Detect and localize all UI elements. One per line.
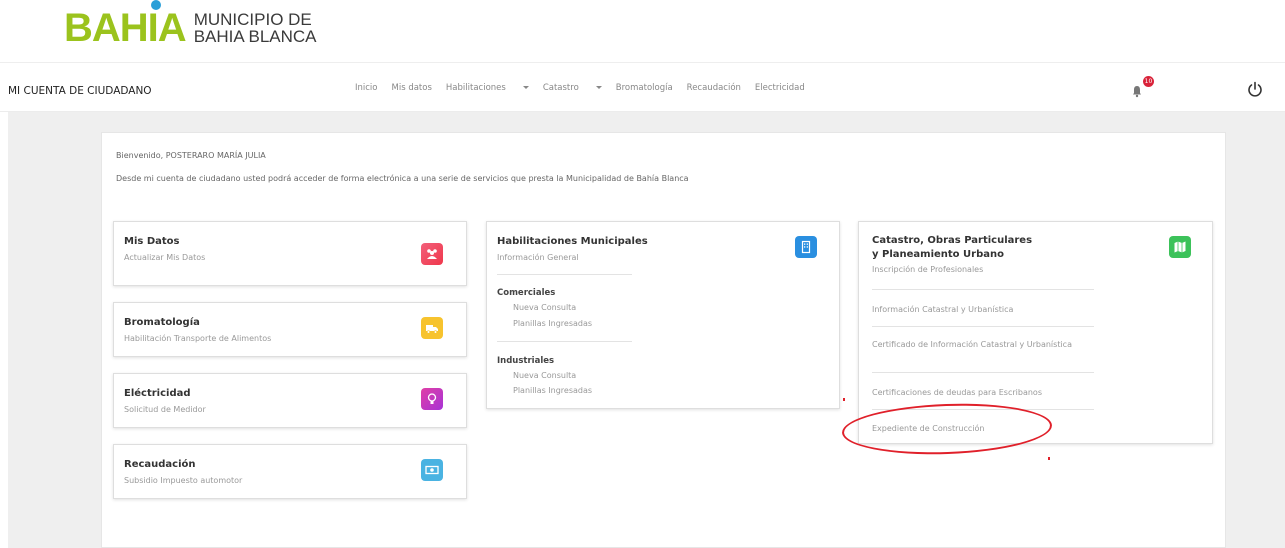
card-subtitle[interactable]: Subsidio Impuesto automotor: [124, 476, 242, 485]
red-annotation-mark: [843, 398, 845, 401]
divider: [872, 289, 1094, 290]
card-electricidad[interactable]: Eléctricidad Solicitud de Medidor: [113, 373, 467, 428]
logo-subtitle: MUNICIPIO DE BAHIA BLANCA: [193, 10, 317, 46]
header: BAH IA MUNICIPIO DE BAHIA BLANCA: [0, 0, 1285, 62]
red-annotation-mark: [1048, 457, 1050, 460]
money-icon: [425, 465, 439, 475]
divider: [872, 326, 1094, 327]
lightbulb-icon: [427, 393, 437, 404]
chevron-down-icon: [522, 86, 529, 89]
informacion-catastral-link[interactable]: Información Catastral y Urbanística: [872, 305, 1013, 314]
section-industriales: Industriales: [497, 356, 555, 366]
tile-catastro: [1169, 236, 1191, 258]
tile-mis-datos: [421, 243, 443, 265]
divider: [497, 341, 632, 342]
comerciales-planillas-ingresadas[interactable]: Planillas Ingresadas: [513, 319, 592, 328]
card-title: Bromatología: [124, 317, 200, 328]
bell-icon[interactable]: [1130, 84, 1144, 98]
divider: [872, 372, 1094, 373]
map-icon: [1174, 241, 1186, 253]
nav-bromatologia[interactable]: Bromatología: [616, 83, 673, 93]
tile-habilitaciones: [795, 236, 817, 258]
section-comerciales: Comerciales: [497, 288, 556, 298]
chevron-down-icon: [595, 86, 602, 89]
card-bromatologia[interactable]: Bromatología Habilitación Transporte de …: [113, 302, 467, 357]
divider: [497, 274, 632, 275]
inscripcion-profesionales-link[interactable]: Inscripción de Profesionales: [872, 265, 983, 274]
notification-badge: 10: [1143, 76, 1154, 87]
card-recaudacion[interactable]: Recaudación Subsidio Impuesto automotor: [113, 444, 467, 499]
navbar: MI CUENTA DE CIUDADANO Inicio Mis datos …: [0, 62, 1285, 112]
welcome-text: Bienvenido, POSTERARO MARÍA JULIA: [116, 151, 266, 160]
intro-text: Desde mi cuenta de ciudadano usted podrá…: [116, 174, 689, 183]
card-title: Eléctricidad: [124, 388, 191, 399]
nav-habilitaciones[interactable]: Habilitaciones: [446, 83, 529, 93]
building-icon: [801, 240, 811, 254]
nav-electricidad[interactable]: Electricidad: [755, 83, 805, 93]
industriales-planillas-ingresadas[interactable]: Planillas Ingresadas: [513, 386, 592, 395]
card-mis-datos[interactable]: Mis Datos Actualizar Mis Datos: [113, 221, 467, 286]
tile-recaudacion: [421, 459, 443, 481]
card-subtitle[interactable]: Habilitación Transporte de Alimentos: [124, 334, 271, 343]
card-title: Mis Datos: [124, 236, 180, 247]
card-title: Habilitaciones Municipales: [497, 236, 648, 247]
nav-inicio[interactable]: Inicio: [355, 83, 378, 93]
card-title-line2: y Planeamiento Urbano: [872, 249, 1004, 260]
card-subtitle[interactable]: Actualizar Mis Datos: [124, 253, 205, 262]
nav-recaudacion[interactable]: Recaudación: [687, 83, 741, 93]
industriales-nueva-consulta[interactable]: Nueva Consulta: [513, 371, 576, 380]
card-title: Catastro, Obras Particulares: [872, 235, 1033, 246]
navbar-brand[interactable]: MI CUENTA DE CIUDADANO: [8, 85, 152, 97]
logo-wordmark: BAH IA: [64, 0, 187, 50]
certificaciones-deudas-link[interactable]: Certificaciones de deudas para Escribano…: [872, 388, 1042, 397]
power-icon[interactable]: [1247, 81, 1263, 97]
certificado-informacion-link[interactable]: Certificado de Información Catastral y U…: [872, 340, 1072, 349]
tile-bromatologia: [421, 317, 443, 339]
nav-mis-datos[interactable]: Mis datos: [392, 83, 432, 93]
card-subtitle[interactable]: Solicitud de Medidor: [124, 405, 206, 414]
card-habilitaciones: Habilitaciones Municipales Información G…: [486, 221, 840, 409]
habilitaciones-info-link[interactable]: Información General: [497, 253, 579, 262]
nav-links: Inicio Mis datos Habilitaciones Catastro…: [355, 83, 819, 93]
municipio-logo[interactable]: BAH IA MUNICIPIO DE BAHIA BLANCA: [64, 0, 317, 50]
logo-dot: [150, 0, 161, 10]
tile-electricidad: [421, 388, 443, 410]
nav-catastro[interactable]: Catastro: [543, 83, 602, 93]
card-title: Recaudación: [124, 459, 196, 470]
users-icon: [427, 249, 437, 259]
comerciales-nueva-consulta[interactable]: Nueva Consulta: [513, 303, 576, 312]
truck-icon: [426, 325, 438, 334]
